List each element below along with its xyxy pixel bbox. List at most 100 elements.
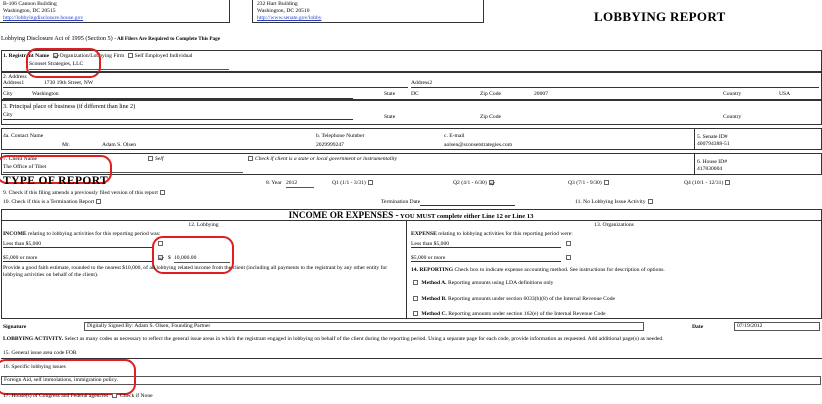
- q3-label: Q3 (7/1 - 9/30): [568, 180, 602, 186]
- expense-more-underline: [411, 261, 561, 262]
- termination-date-underline[interactable]: [420, 205, 515, 206]
- expense-more-checkbox[interactable]: [566, 255, 571, 260]
- senate-id-value[interactable]: 400794388-51: [697, 141, 730, 147]
- client-self-checkbox[interactable]: [148, 156, 153, 162]
- principal-city-underline: [3, 119, 353, 120]
- income-estimate-text: Provide a good faith estimate, rounded t…: [3, 265, 388, 278]
- expense-intro: EXPENSE relating to lobbying activities …: [411, 231, 573, 237]
- signature-value: Digitally Signed By: Adam S. Olsen, Foun…: [87, 323, 211, 329]
- amendment-checkbox[interactable]: [159, 190, 165, 196]
- act-title: Lobbying Disclosure Act of 1995 (Section…: [1, 35, 113, 42]
- method-a-text: Reporting amounts using LDA definitions …: [447, 280, 554, 286]
- expense-intro-bold: EXPENSE: [411, 231, 437, 237]
- line14-bold: 14. REPORTING: [411, 267, 454, 273]
- q4-option: Q4 (10/1 - 12/31): [684, 180, 732, 186]
- q1-option: Q1 (1/1 - 3/31): [332, 180, 375, 186]
- gov-checkbox-group: Check if client is a state or local gove…: [246, 156, 397, 162]
- contact-name-value[interactable]: Adam S. Olsen: [102, 142, 136, 148]
- method-b-checkbox[interactable]: [413, 296, 418, 302]
- senate-lobby-link[interactable]: http://www.senate.gov/lobby: [257, 15, 322, 21]
- no-activity-checkbox[interactable]: [647, 199, 653, 205]
- q1-label: Q1 (1/1 - 3/31): [332, 180, 366, 186]
- registrant-label-num: 1.: [3, 53, 8, 59]
- income-more-underline: [3, 261, 153, 262]
- address2-underline: [411, 87, 819, 88]
- q2-option: Q2 (4/1 - 6/30): [453, 180, 496, 186]
- state-value[interactable]: DC: [411, 91, 419, 97]
- signature-label: Signature: [3, 324, 27, 330]
- city-value[interactable]: Washington: [32, 91, 59, 97]
- house-address-line1: B-106 Cannon Building: [3, 1, 57, 7]
- address1-label: Address1: [3, 80, 25, 86]
- date-field[interactable]: 07/19/2012: [734, 322, 820, 331]
- method-a-checkbox[interactable]: [413, 280, 418, 286]
- phone-value[interactable]: 2029999247: [316, 142, 344, 148]
- house-id-value[interactable]: 417830004: [697, 166, 722, 172]
- address1-value[interactable]: 1730 19th Street, NW: [44, 80, 93, 86]
- q4-checkbox[interactable]: [725, 180, 731, 186]
- report-title: LOBBYING REPORT: [594, 9, 726, 24]
- act-title-line: Lobbying Disclosure Act of 1995 (Section…: [1, 35, 220, 43]
- income-center-divider: [406, 221, 407, 319]
- check-none-checkbox[interactable]: [111, 393, 117, 399]
- q3-option: Q3 (7/1 - 9/30): [568, 180, 611, 186]
- house-id-label: 6. House ID#: [697, 159, 727, 165]
- client-self-label: Self: [155, 156, 164, 162]
- q1-checkbox[interactable]: [367, 180, 373, 186]
- email-label: c. E-mail: [444, 133, 465, 139]
- principal-label: 3. Principal place of business (if diffe…: [3, 103, 136, 110]
- line10-label: 10. Check if this is a Termination Repor…: [3, 199, 95, 205]
- expense-intro-text: relating to lobbying activities for this…: [438, 231, 573, 237]
- signature-field[interactable]: Digitally Signed By: Adam S. Olsen, Foun…: [84, 322, 644, 331]
- year-field[interactable]: 2012: [286, 180, 314, 188]
- client-gov-checkbox[interactable]: [248, 156, 253, 162]
- contact-title-value[interactable]: Mr.: [62, 142, 70, 148]
- date-value: 07/19/2012: [737, 323, 763, 329]
- method-a-bold: Method A.: [421, 280, 447, 286]
- line14-row: 14. REPORTING Check box to indicate expe…: [411, 267, 665, 273]
- check-none-label: Check if None: [119, 393, 153, 399]
- income-heading-title: INCOME OR EXPENSES -: [288, 210, 399, 220]
- city-underline: [3, 98, 353, 99]
- income-heading-divider: [1, 220, 822, 221]
- self-employed-option-label: Self Employed Individual: [134, 53, 193, 59]
- method-b-row: Method B. Reporting amounts under sectio…: [411, 296, 615, 302]
- line12-title: 12. Lobbying: [188, 222, 219, 228]
- q3-checkbox[interactable]: [603, 180, 609, 186]
- method-c-text: Reporting amounts under section 162(e) o…: [448, 311, 606, 317]
- line14-text: Check box to indicate expense accounting…: [454, 267, 665, 273]
- q2-label: Q2 (4/1 - 6/30): [453, 180, 487, 186]
- q2-checkbox[interactable]: [488, 180, 494, 186]
- principal-country-label: Country: [723, 114, 742, 120]
- line9-row: 9. Check if this filing amends a previou…: [3, 190, 167, 196]
- self-checkbox-group: Self: [146, 156, 163, 162]
- senate-address-line2: Washington, DC 20510: [257, 8, 310, 14]
- method-c-checkbox[interactable]: [413, 311, 418, 317]
- method-b-text: Reporting amounts under section 6033(b)(…: [447, 296, 615, 302]
- expense-less-checkbox[interactable]: [566, 241, 571, 246]
- line13-title: 13. Organizations: [594, 222, 634, 228]
- act-note: - All Filers Are Required to Complete Th…: [114, 36, 221, 42]
- termination-checkbox[interactable]: [96, 199, 102, 205]
- income-intro: INCOME relating to lobbying activities f…: [3, 231, 160, 237]
- income-heading-note: YOU MUST complete either Line 12 or Line…: [400, 213, 534, 220]
- country-value[interactable]: USA: [779, 91, 790, 97]
- email-value[interactable]: aolsen@sconsetstrategies.com: [444, 142, 512, 148]
- senate-id-label: 5. Senate ID#: [697, 134, 728, 140]
- zip-value[interactable]: 20007: [534, 91, 548, 97]
- house-lobby-link[interactable]: http://lobbyingdisclosure.house.gov: [3, 15, 83, 21]
- line11-label: 11. No Lobbying Issue Activity: [575, 199, 646, 205]
- method-b-bold: Method B.: [421, 296, 447, 302]
- issues-highlight-circle: [0, 359, 136, 395]
- client-gov-label: Check if client is a state or local gove…: [255, 156, 397, 162]
- city-label: City: [3, 91, 13, 97]
- q4-label: Q4 (10/1 - 12/31): [684, 180, 724, 186]
- year-value: 2012: [286, 180, 298, 186]
- principal-state-label: State: [384, 114, 396, 120]
- line17-label: 17. House(s) of Congress and Federal age…: [3, 393, 109, 399]
- date-label: Date: [692, 324, 704, 330]
- address1-underline: [3, 87, 408, 88]
- zip-label: Zip Code: [480, 91, 501, 97]
- income-intro-bold: INCOME: [3, 231, 27, 237]
- self-employed-checkbox[interactable]: [127, 53, 133, 59]
